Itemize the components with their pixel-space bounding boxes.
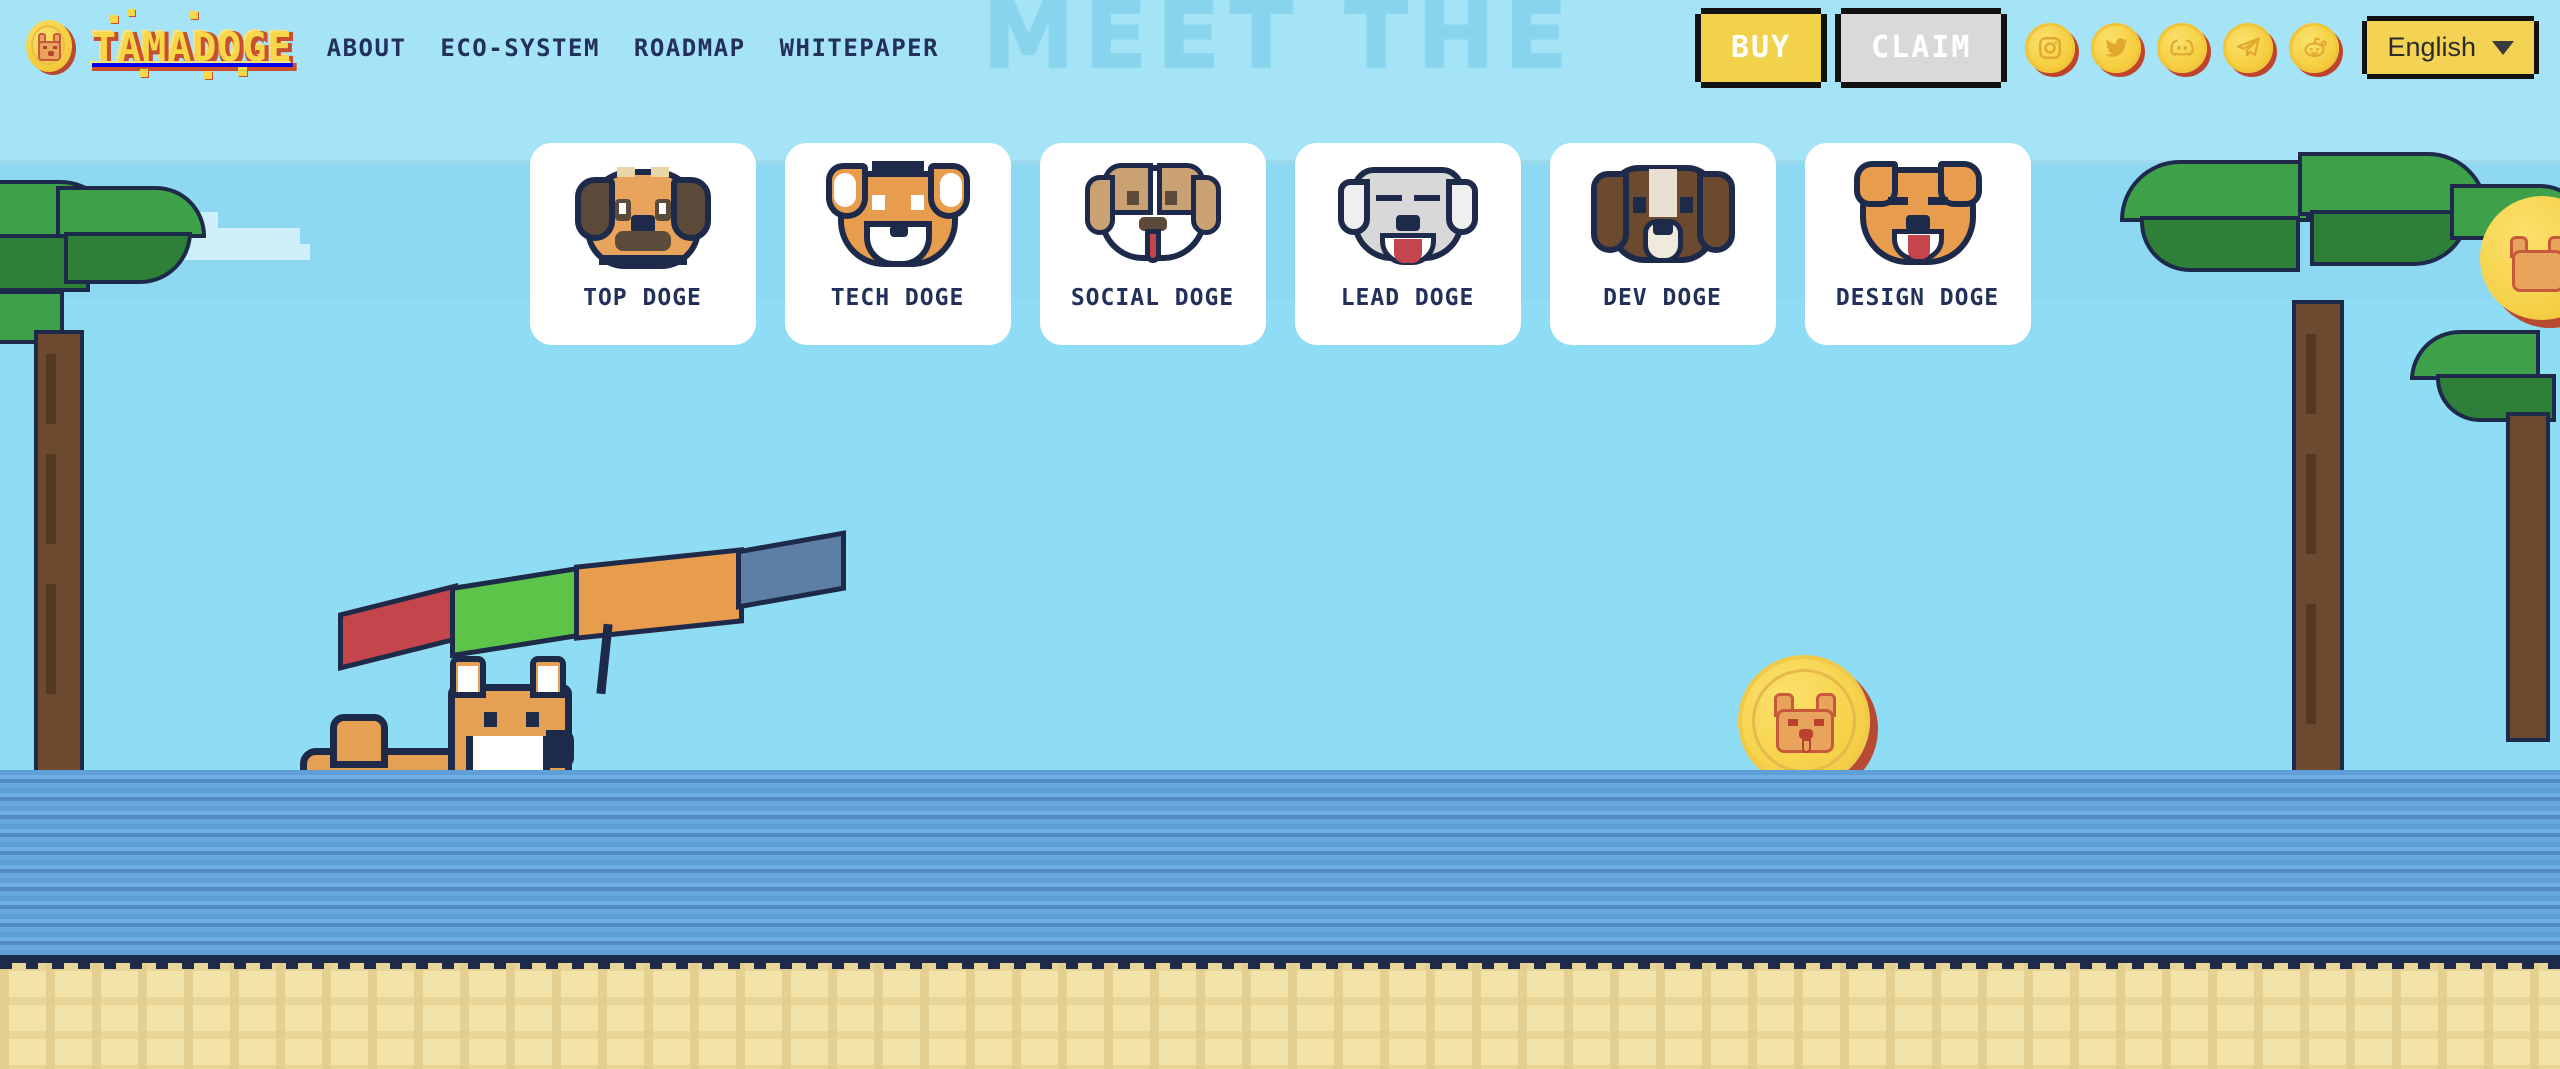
nav-roadmap[interactable]: ROADMAP bbox=[634, 34, 746, 62]
card-design-doge[interactable]: DESIGN DOGE bbox=[1804, 143, 2031, 345]
twitter-icon[interactable] bbox=[2091, 22, 2142, 73]
language-selector-label: English bbox=[2387, 32, 2476, 62]
card-label: LEAD DOGE bbox=[1340, 285, 1475, 311]
design-doge-face-icon bbox=[1838, 159, 1998, 277]
card-label: TOP DOGE bbox=[583, 285, 702, 311]
card-lead-doge[interactable]: LEAD DOGE bbox=[1294, 143, 1521, 345]
card-label: DEV DOGE bbox=[1603, 285, 1722, 311]
sand-edge-pixels bbox=[0, 963, 2560, 969]
card-label: SOCIAL DOGE bbox=[1070, 285, 1235, 311]
palm-tree-far-right bbox=[2410, 330, 2560, 750]
main-navigation: ABOUT ECO-SYSTEM ROADMAP WHITEPAPER bbox=[327, 34, 939, 62]
language-selector[interactable]: English bbox=[2367, 21, 2534, 74]
logo-wordmark: TAMADOGE bbox=[92, 8, 293, 79]
buy-button[interactable]: BUY bbox=[1700, 13, 1822, 82]
site-header: TAMADOGE ABOUT ECO-SYSTEM ROADMAP WHITEP… bbox=[0, 0, 2560, 95]
logo-home-link[interactable]: TAMADOGE bbox=[26, 8, 293, 79]
sand bbox=[0, 963, 2560, 1069]
sea bbox=[0, 770, 2560, 960]
card-dev-doge[interactable]: DEV DOGE bbox=[1549, 143, 1776, 345]
card-tech-doge[interactable]: TECH DOGE bbox=[784, 143, 1011, 345]
header-actions: BUY CLAIM bbox=[1700, 13, 2002, 82]
card-social-doge[interactable]: SOCIAL DOGE bbox=[1039, 143, 1266, 345]
nav-eco-system[interactable]: ECO-SYSTEM bbox=[440, 34, 600, 62]
card-label: DESIGN DOGE bbox=[1835, 285, 2000, 311]
lead-doge-face-icon bbox=[1328, 159, 1488, 277]
reddit-icon[interactable] bbox=[2289, 22, 2340, 73]
telegram-icon[interactable] bbox=[2223, 22, 2274, 73]
chevron-down-icon bbox=[2492, 40, 2514, 55]
instagram-icon[interactable] bbox=[2025, 22, 2076, 73]
card-label: TECH DOGE bbox=[830, 285, 965, 311]
nav-about[interactable]: ABOUT bbox=[327, 34, 407, 62]
team-cards-row: TOP DOGE TECH DOGE SOCIAL DOGE LEAD DOGE… bbox=[0, 143, 2560, 345]
top-doge-face-icon bbox=[563, 159, 723, 277]
social-doge-face-icon bbox=[1073, 159, 1233, 277]
nav-whitepaper[interactable]: WHITEPAPER bbox=[780, 34, 940, 62]
tamadoge-coin-icon bbox=[26, 19, 78, 76]
logo-text: TAMADOGE bbox=[92, 24, 293, 71]
card-top-doge[interactable]: TOP DOGE bbox=[529, 143, 756, 345]
discord-icon[interactable] bbox=[2157, 22, 2208, 73]
social-links bbox=[2025, 22, 2340, 73]
dev-doge-face-icon bbox=[1583, 159, 1743, 277]
tech-doge-face-icon bbox=[818, 159, 978, 277]
claim-button[interactable]: CLAIM bbox=[1841, 13, 2002, 82]
